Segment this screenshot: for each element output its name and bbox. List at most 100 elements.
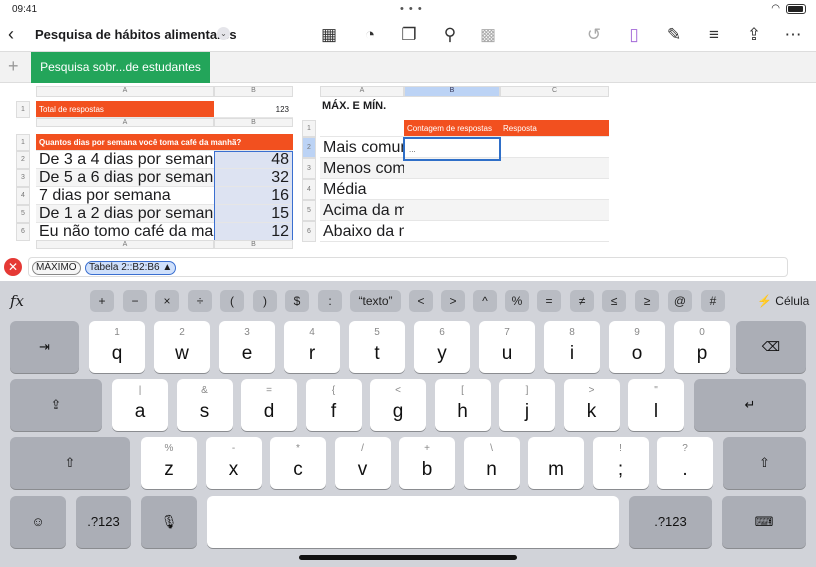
letter-key[interactable]: < g (370, 379, 426, 431)
letter-key[interactable]: = d (241, 379, 297, 431)
letter-key[interactable]: | a (112, 379, 168, 431)
letter-key[interactable]: + b (399, 437, 455, 489)
delete-key[interactable]: ⌫ (736, 321, 806, 373)
operator-key[interactable]: ≥ (635, 290, 659, 312)
row-header[interactable]: 2 (302, 137, 316, 158)
operator-key[interactable]: ( (220, 290, 244, 312)
table-icon[interactable]: ▦ (318, 24, 340, 46)
letter-key[interactable]: / v (334, 437, 391, 489)
clipboard-icon[interactable]: ▯ (623, 24, 645, 46)
return-key[interactable]: ↵ (694, 379, 806, 431)
letter-key[interactable]: ] j (499, 379, 555, 431)
table-cell-answer[interactable] (500, 137, 609, 158)
table-row-label[interactable]: Média (320, 179, 404, 200)
row-header[interactable]: 3 (302, 158, 316, 179)
table3-corner[interactable] (320, 120, 404, 137)
row-header[interactable]: 3 (16, 169, 30, 187)
tab-key[interactable]: ⇥ (10, 321, 79, 373)
letter-key[interactable]: & s (176, 379, 233, 431)
table3-header-c[interactable]: Resposta (500, 120, 609, 137)
table-row-label[interactable]: De 5 a 6 dias por semana (36, 169, 214, 187)
operator-key[interactable]: < (409, 290, 433, 312)
letter-key[interactable]: > k (563, 379, 620, 431)
letter-key[interactable]: 3e (219, 321, 275, 373)
table-cell-count[interactable] (404, 179, 500, 200)
letter-key[interactable]: " l (628, 379, 684, 431)
fx-button[interactable]: fx (10, 292, 24, 310)
numbers-key[interactable]: .?123 (76, 496, 131, 548)
letter-key[interactable]: 0p (674, 321, 730, 373)
multitask-dots[interactable]: • • • (400, 3, 423, 15)
letter-key[interactable]: % z (141, 437, 197, 489)
table-row-label[interactable]: De 3 a 4 dias por semana (36, 151, 214, 169)
table-row-value[interactable]: 12 (214, 223, 293, 241)
row-header[interactable]: 1 (16, 134, 30, 151)
share-icon[interactable]: ⇪ (743, 24, 765, 46)
table-row-label[interactable]: Mais comum (320, 137, 404, 158)
row-header[interactable]: 6 (302, 221, 316, 242)
column-header-b[interactable]: B (404, 86, 500, 97)
letter-key[interactable]: 8i (544, 321, 600, 373)
space-key[interactable] (207, 496, 619, 548)
column-header-a[interactable]: A (320, 86, 404, 97)
paintbrush-icon[interactable]: ✎ (663, 24, 685, 46)
column-header-c[interactable]: C (500, 86, 609, 97)
operator-key[interactable]: + (90, 290, 114, 312)
letter-key[interactable]: {f (305, 379, 362, 431)
numbers-key-right[interactable]: .?123 (629, 496, 712, 548)
table-row-value[interactable]: 32 (214, 169, 293, 187)
letter-key[interactable]: 6y (414, 321, 470, 373)
letter-key[interactable]: \ n (463, 437, 520, 489)
operator-key[interactable]: − (123, 290, 147, 312)
table-row-label[interactable]: Eu não tomo café da manhã (36, 223, 214, 241)
row-header[interactable]: 1 (302, 120, 316, 137)
formula-field[interactable]: MÁXIMO Tabela 2::B2:B6 ▲ (28, 257, 788, 277)
column-header-b[interactable]: B (214, 86, 293, 97)
table1-value[interactable]: 123 (214, 101, 293, 118)
operator-key[interactable]: ≠ (570, 290, 594, 312)
letter-key[interactable]: 7u (479, 321, 535, 373)
table-row-label[interactable]: Menos comum (320, 158, 404, 179)
operator-key[interactable]: × (155, 290, 179, 312)
table-row-value[interactable]: 48 (214, 151, 293, 169)
grid-icon[interactable]: ▩ (477, 24, 499, 46)
paperclip-icon[interactable]: ⚲ (439, 24, 461, 46)
table-cell-answer[interactable] (500, 200, 609, 221)
operator-key[interactable]: ≤ (602, 290, 626, 312)
table1-label[interactable]: Total de respostas (36, 101, 214, 118)
operator-key[interactable]: “texto” (350, 290, 401, 312)
table-cell-count[interactable] (404, 158, 500, 179)
operator-key[interactable]: # (701, 290, 725, 312)
table-cell-answer[interactable] (500, 221, 609, 242)
row-header[interactable]: 5 (16, 205, 30, 223)
dictation-key[interactable]: 🎙 (141, 496, 197, 548)
table-cell-count[interactable] (404, 221, 500, 242)
hide-keyboard-key[interactable]: ⌨ (722, 496, 806, 548)
letter-key[interactable]: 9o (609, 321, 665, 373)
letter-key[interactable]: 4r (284, 321, 340, 373)
cancel-formula-button[interactable]: ✕ (4, 258, 22, 276)
row-header[interactable]: 2 (16, 151, 30, 169)
chart-icon[interactable]: ◔ (359, 24, 381, 46)
table-row-label[interactable]: De 1 a 2 dias por semana (36, 205, 214, 223)
undo-icon[interactable]: ↺ (583, 24, 605, 46)
letter-key[interactable]: 1q (89, 321, 145, 373)
table-cell-count[interactable] (404, 200, 500, 221)
row-header[interactable]: 6 (16, 223, 30, 241)
operator-key[interactable]: ) (253, 290, 277, 312)
operator-key[interactable]: = (537, 290, 561, 312)
shift-key[interactable]: ⇧ (10, 437, 130, 489)
cell-reference-button[interactable]: ⚡ Célula (757, 294, 809, 308)
table3-title[interactable]: MÁX. E MÍN. (322, 100, 386, 112)
add-sheet-button[interactable]: + (8, 56, 19, 77)
operator-key[interactable]: ^ (473, 290, 497, 312)
table-row-value[interactable]: 16 (214, 187, 293, 205)
letter-key[interactable]: 5t (349, 321, 405, 373)
back-button[interactable]: ‹ (8, 24, 14, 45)
letter-key[interactable]: !; (592, 437, 649, 489)
operator-key[interactable]: @ (668, 290, 692, 312)
function-token[interactable]: MÁXIMO (32, 261, 81, 275)
range-token[interactable]: Tabela 2::B2:B6 ▲ (85, 261, 177, 275)
operator-key[interactable]: % (505, 290, 529, 312)
operator-key[interactable]: > (441, 290, 465, 312)
